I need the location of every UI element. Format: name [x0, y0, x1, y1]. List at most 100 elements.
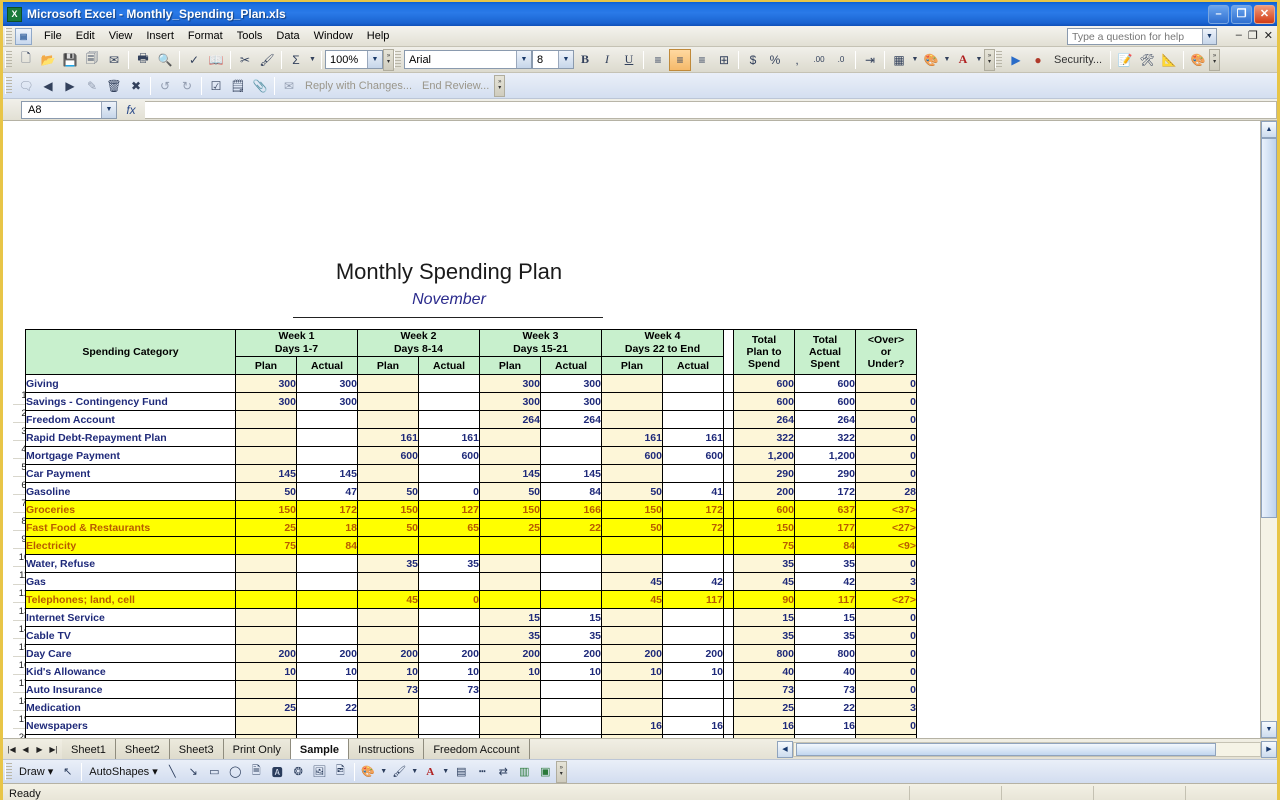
cell-category[interactable]: Newspapers: [25, 716, 236, 735]
table-row[interactable]: Entertainment50315005065502020011684: [25, 734, 917, 738]
cell-ta[interactable]: 264: [794, 410, 856, 429]
cell-ta[interactable]: 637: [794, 500, 856, 519]
cell-w1p[interactable]: [235, 446, 297, 465]
open-folder-icon[interactable]: 📂: [37, 49, 59, 71]
menu-window[interactable]: Window: [307, 28, 360, 44]
cell-w3p[interactable]: [479, 572, 541, 591]
insert-function-icon[interactable]: fx: [117, 103, 145, 117]
cell-diff[interactable]: 0: [855, 374, 917, 393]
cell-tp[interactable]: 73: [733, 680, 795, 699]
cell-category[interactable]: Car Payment: [25, 464, 236, 483]
chevron-down-icon[interactable]: ▼: [910, 49, 920, 71]
cell-w1a[interactable]: [296, 410, 358, 429]
cell-w4p[interactable]: 50: [601, 518, 663, 537]
cell-category[interactable]: Gas: [25, 572, 236, 591]
cell-w3p[interactable]: 25: [479, 518, 541, 537]
cell-ta[interactable]: 322: [794, 428, 856, 447]
cell-diff[interactable]: 0: [855, 608, 917, 627]
table-row[interactable]: Savings - Contingency Fund 300 300 300 300 60…: [25, 392, 917, 411]
cell-w3a[interactable]: 35: [540, 626, 602, 645]
vertical-scrollbar[interactable]: ▲ ▼: [1260, 121, 1277, 738]
cell-diff[interactable]: 0: [855, 662, 917, 681]
cell-w4p[interactable]: [601, 374, 663, 393]
chevron-down-icon[interactable]: ▼: [410, 762, 420, 782]
cell-w3p[interactable]: 150: [479, 500, 541, 519]
cell-w4p[interactable]: 150: [601, 500, 663, 519]
hide-comment-icon[interactable]: ✖: [125, 75, 147, 97]
cell-w3a[interactable]: 300: [540, 374, 602, 393]
cell-w2p[interactable]: [357, 608, 419, 627]
cell-w4a[interactable]: 161: [662, 428, 724, 447]
menu-tools[interactable]: Tools: [230, 28, 270, 44]
print-icon[interactable]: 🖶: [132, 49, 154, 71]
chevron-down-icon[interactable]: ▼: [367, 51, 382, 68]
cell-w1p[interactable]: 200: [235, 644, 297, 663]
doc-close-button[interactable]: ✕: [1264, 29, 1273, 42]
cell-w3a[interactable]: [540, 590, 602, 609]
cell-w2a[interactable]: 73: [418, 680, 480, 699]
cell-w2p[interactable]: [357, 464, 419, 483]
redo-icon[interactable]: ↻: [176, 75, 198, 97]
cell-diff[interactable]: 3: [855, 572, 917, 591]
italic-button[interactable]: I: [596, 49, 618, 71]
cell-w4a[interactable]: [662, 680, 724, 699]
cell-w1a[interactable]: [296, 680, 358, 699]
reviewing-toolbar-gripper[interactable]: [5, 77, 12, 94]
prev-sheet-icon[interactable]: ◀: [19, 745, 32, 754]
cell-w3a[interactable]: 145: [540, 464, 602, 483]
cell-ta[interactable]: 15: [794, 608, 856, 627]
zoom-combo[interactable]: 100% ▼: [325, 50, 383, 69]
cell-w4a[interactable]: 10: [662, 662, 724, 681]
security-toolbar-gripper[interactable]: [995, 51, 1002, 68]
align-center-icon[interactable]: ≡: [669, 48, 691, 71]
drawing-toolbar-gripper[interactable]: [5, 763, 12, 780]
cell-w1p[interactable]: 145: [235, 464, 297, 483]
restore-button[interactable]: ❐: [1231, 4, 1252, 24]
attach-file-icon[interactable]: 📎: [249, 75, 271, 97]
cell-category[interactable]: Telephones; land, cell: [25, 590, 236, 609]
cell-tp[interactable]: 16: [733, 716, 795, 735]
cell-diff[interactable]: 0: [855, 644, 917, 663]
ask-a-question-box[interactable]: Type a question for help ▼: [1067, 28, 1217, 45]
security-label[interactable]: Security...: [1049, 54, 1107, 66]
cell-w2p[interactable]: 35: [357, 554, 419, 573]
table-row[interactable]: Gas 45 42 45 42 3: [25, 572, 917, 591]
cell-w4p[interactable]: [601, 410, 663, 429]
cell-w3a[interactable]: [540, 716, 602, 735]
cell-w3p[interactable]: [479, 716, 541, 735]
cell-w4p[interactable]: [601, 536, 663, 555]
cell-w4p[interactable]: 45: [601, 572, 663, 591]
cell-w4a[interactable]: [662, 464, 724, 483]
cell-ta[interactable]: 177: [794, 518, 856, 537]
cell-w2p[interactable]: 50: [357, 482, 419, 501]
cell-ta[interactable]: 16: [794, 716, 856, 735]
menu-edit[interactable]: Edit: [69, 28, 102, 44]
permission-icon[interactable]: 🗐: [81, 49, 103, 71]
cell-w2a[interactable]: 0: [418, 734, 480, 738]
chevron-down-icon[interactable]: ▼: [1202, 29, 1216, 44]
cell-tp[interactable]: 90: [733, 590, 795, 609]
cell-w3a[interactable]: [540, 536, 602, 555]
horizontal-scroll-thumb[interactable]: [796, 742, 1216, 756]
cell-w2a[interactable]: 200: [418, 644, 480, 663]
cell-w3p[interactable]: [479, 554, 541, 573]
cell-w3p[interactable]: 300: [479, 392, 541, 411]
underline-button[interactable]: U: [618, 49, 640, 71]
cell-w4a[interactable]: 16: [662, 716, 724, 735]
cell-diff[interactable]: 0: [855, 716, 917, 735]
cell-category[interactable]: Freedom Account: [25, 410, 236, 429]
cell-tp[interactable]: 800: [733, 644, 795, 663]
cell-ta[interactable]: 35: [794, 554, 856, 573]
next-sheet-icon[interactable]: ▶: [33, 745, 46, 754]
fill-color-icon[interactable]: 🎨: [358, 762, 379, 782]
cell-w4p[interactable]: [601, 626, 663, 645]
doc-minimize-button[interactable]: –: [1236, 29, 1242, 42]
font-color-icon[interactable]: A: [952, 49, 974, 71]
cell-category[interactable]: Auto Insurance: [25, 680, 236, 699]
line-style-icon[interactable]: ▤: [451, 762, 472, 782]
text-box-icon[interactable]: 🗎: [246, 762, 267, 782]
cell-w3p[interactable]: 35: [479, 626, 541, 645]
cell-w1a[interactable]: 300: [296, 374, 358, 393]
align-left-icon[interactable]: ≡: [647, 49, 669, 71]
arrow-style-icon[interactable]: ⇄: [493, 762, 514, 782]
